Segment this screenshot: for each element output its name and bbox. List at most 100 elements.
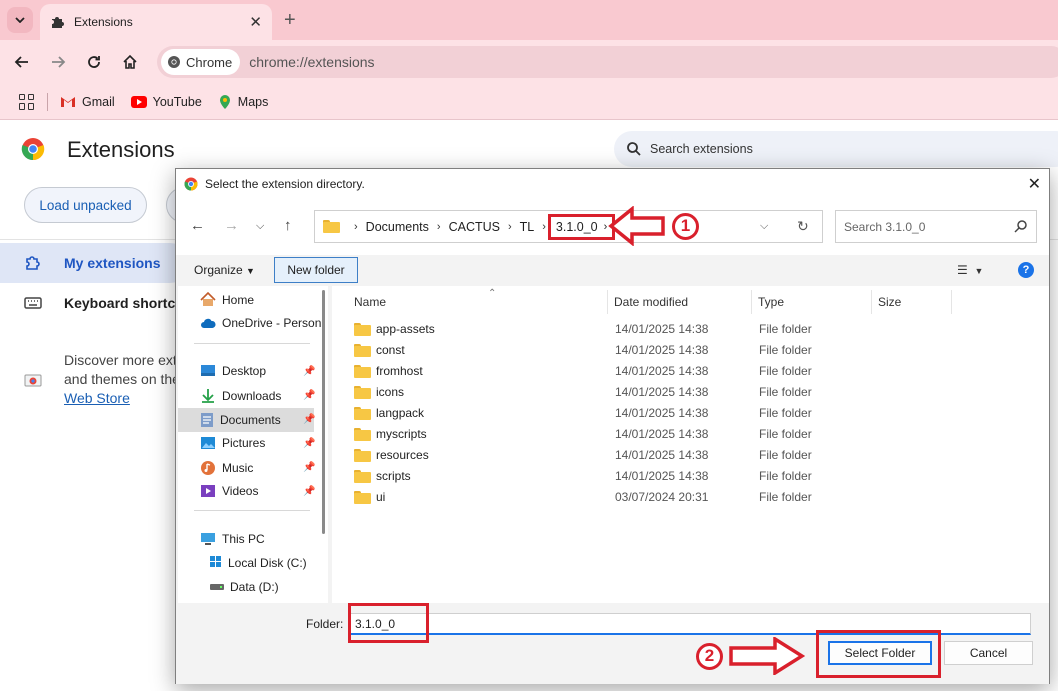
tab-strip: Extensions ✕ +: [0, 0, 1058, 40]
web-store-icon: [24, 374, 42, 387]
file-row[interactable]: scripts 14/01/2025 14:38 File folder: [332, 466, 1049, 487]
nav-label: Data (D:): [230, 580, 279, 594]
arrow-right-icon: [52, 56, 66, 68]
file-date: 14/01/2025 14:38: [615, 364, 709, 378]
pin-icon[interactable]: 📌: [303, 390, 315, 401]
column-header-size[interactable]: Size: [872, 290, 952, 314]
nav-item-videos[interactable]: Videos: [200, 484, 258, 498]
bookmarks-bar: Gmail YouTube Maps: [0, 84, 1058, 120]
nav-item-data-drive[interactable]: Data (D:): [210, 580, 279, 594]
reload-button[interactable]: [82, 50, 106, 74]
sidebar-item-keyboard-shortcuts[interactable]: Keyboard shortcu: [0, 283, 190, 323]
breadcrumb-documents[interactable]: Documents: [366, 220, 429, 234]
file-row[interactable]: icons 14/01/2025 14:38 File folder: [332, 382, 1049, 403]
annotation-arrow-1: 1: [608, 206, 699, 246]
back-arrow-icon[interactable]: ←: [190, 217, 205, 234]
file-row[interactable]: myscripts 14/01/2025 14:38 File folder: [332, 424, 1049, 445]
pin-icon[interactable]: 📌: [303, 438, 315, 449]
computer-icon: [201, 533, 215, 545]
recent-locations-icon[interactable]: ⌵: [256, 220, 264, 233]
nav-item-onedrive[interactable]: OneDrive - Person: [200, 316, 321, 330]
breadcrumb-tl[interactable]: TL: [520, 220, 535, 234]
nav-divider: [194, 510, 310, 511]
column-header-date[interactable]: Date modified: [608, 290, 752, 314]
dialog-search-input[interactable]: Search 3.1.0_0: [835, 210, 1037, 243]
back-button[interactable]: [10, 50, 34, 74]
home-button[interactable]: [118, 50, 142, 74]
breadcrumb-cactus[interactable]: CACTUS: [449, 220, 500, 234]
new-tab-button[interactable]: +: [284, 9, 296, 32]
refresh-icon[interactable]: ↻: [797, 218, 809, 235]
close-icon[interactable]: ✕: [1028, 174, 1041, 194]
bookmark-youtube[interactable]: YouTube: [130, 95, 202, 109]
new-folder-button[interactable]: New folder: [274, 257, 358, 283]
forward-arrow-icon[interactable]: →: [224, 217, 239, 234]
file-row[interactable]: ui 03/07/2024 20:31 File folder: [332, 487, 1049, 508]
file-row[interactable]: app-assets 14/01/2025 14:38 File folder: [332, 319, 1049, 340]
extensions-search[interactable]: Search extensions: [614, 131, 1058, 167]
file-type: File folder: [759, 490, 812, 504]
nav-item-documents[interactable]: Documents: [200, 412, 281, 428]
forward-button[interactable]: [46, 50, 70, 74]
select-button-highlight: [816, 630, 941, 678]
breadcrumb-current-highlight[interactable]: 3.1.0_0 ›: [547, 213, 616, 240]
pin-icon[interactable]: 📌: [303, 414, 315, 425]
file-row[interactable]: langpack 14/01/2025 14:38 File folder: [332, 403, 1049, 424]
file-date: 03/07/2024 20:31: [615, 490, 709, 504]
pictures-icon: [201, 437, 215, 449]
organize-button[interactable]: Organize ▼: [194, 263, 255, 277]
sidebar-item-my-extensions[interactable]: My extensions: [0, 243, 190, 283]
tab-extensions[interactable]: Extensions ✕: [40, 4, 272, 40]
folder-icon: [354, 448, 371, 462]
cancel-button[interactable]: Cancel: [944, 641, 1033, 665]
pin-icon[interactable]: 📌: [303, 462, 315, 473]
nav-item-downloads[interactable]: Downloads: [200, 388, 281, 404]
column-header-name[interactable]: Name ⌃: [348, 288, 608, 314]
tab-search-button[interactable]: [7, 7, 33, 33]
nav-item-home[interactable]: Home: [200, 292, 254, 307]
gmail-icon: [61, 96, 75, 107]
bookmark-gmail[interactable]: Gmail: [60, 95, 115, 109]
chrome-icon: [168, 56, 180, 68]
file-row[interactable]: const 14/01/2025 14:38 File folder: [332, 340, 1049, 361]
nav-scrollbar[interactable]: [322, 290, 325, 534]
address-dropdown-icon[interactable]: ⌵: [760, 220, 768, 233]
bookmark-maps[interactable]: Maps: [218, 94, 269, 110]
site-chip[interactable]: Chrome: [161, 49, 241, 75]
omnibox[interactable]: Chrome chrome://extensions: [157, 46, 1058, 78]
page-title: Extensions: [67, 137, 175, 162]
dialog-title: Select the extension directory.: [205, 177, 365, 191]
dialog-footer: Folder: 3.1.0_0 2 Select Folder Cancel: [176, 603, 1049, 684]
nav-label: Desktop: [222, 364, 267, 378]
annotation-arrow-2: 2: [696, 637, 805, 675]
apps-grid-icon[interactable]: [19, 93, 35, 110]
document-icon: [201, 413, 213, 427]
file-date: 14/01/2025 14:38: [615, 448, 709, 462]
pin-icon[interactable]: 📌: [303, 366, 315, 377]
command-bar: Organize ▼ New folder ☰ ▼ ?: [176, 255, 1049, 286]
load-unpacked-button[interactable]: Load unpacked: [24, 187, 147, 223]
view-options-button[interactable]: ☰ ▼: [957, 263, 983, 277]
nav-item-local-disk[interactable]: Local Disk (C:): [210, 556, 307, 570]
up-arrow-icon[interactable]: ↑: [284, 217, 292, 234]
file-name: resources: [376, 448, 429, 462]
nav-item-this-pc[interactable]: This PC: [200, 532, 265, 546]
file-row[interactable]: fromhost 14/01/2025 14:38 File folder: [332, 361, 1049, 382]
nav-item-pictures[interactable]: Pictures: [200, 436, 265, 450]
column-header-type[interactable]: Type: [752, 290, 872, 314]
cloud-icon: [201, 318, 216, 328]
web-store-link[interactable]: Web Store: [64, 390, 130, 406]
tab-close-icon[interactable]: ✕: [249, 13, 262, 31]
browser-toolbar: Chrome chrome://extensions: [0, 40, 1058, 84]
address-bar[interactable]: › Documents › CACTUS › TL › 3.1.0_0 › ⌵ …: [314, 210, 823, 243]
videos-icon: [201, 485, 215, 497]
file-name: const: [376, 343, 405, 357]
folder-icon: [354, 364, 371, 378]
bookmark-label: Maps: [237, 94, 269, 109]
file-type: File folder: [759, 448, 812, 462]
nav-item-desktop[interactable]: Desktop: [200, 364, 266, 378]
nav-item-music[interactable]: Music: [200, 460, 253, 476]
help-icon[interactable]: ?: [1018, 262, 1034, 278]
pin-icon[interactable]: 📌: [303, 486, 315, 497]
file-row[interactable]: resources 14/01/2025 14:38 File folder: [332, 445, 1049, 466]
